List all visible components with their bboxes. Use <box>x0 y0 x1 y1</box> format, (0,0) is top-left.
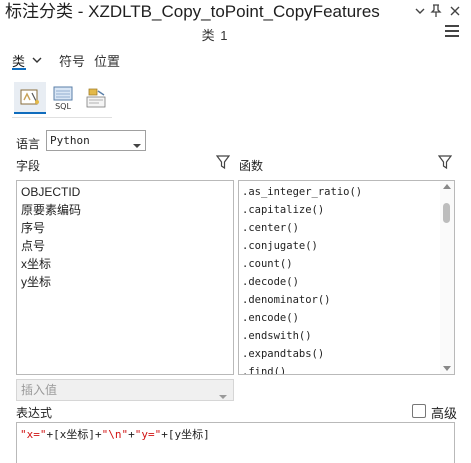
insert-values-placeholder: 插入值 <box>21 383 58 397</box>
active-tab-indicator <box>12 68 26 70</box>
expression-token: + <box>128 428 135 441</box>
scrollbar-thumb[interactable] <box>443 203 450 223</box>
field-item[interactable]: y坐标 <box>17 273 233 291</box>
function-item[interactable]: .decode() <box>239 273 454 291</box>
expression-token: "y=" <box>134 428 162 441</box>
pin-icon[interactable] <box>428 3 444 19</box>
sql-mode-button[interactable]: SQL <box>47 82 79 114</box>
scroll-up-icon[interactable] <box>443 184 451 189</box>
expression-mode-button[interactable] <box>14 82 46 114</box>
expression-token: [x坐标] <box>53 428 95 441</box>
function-item[interactable]: .encode() <box>239 309 454 327</box>
window-title: 标注分类 - XZDLTB_Copy_toPoint_CopyFeatures <box>5 2 380 21</box>
expression-icon <box>20 89 39 105</box>
expression-token: "\n" <box>101 428 129 441</box>
field-item[interactable]: 点号 <box>17 237 233 255</box>
functions-scrollbar[interactable] <box>440 181 454 374</box>
expression-token: "x=" <box>20 428 47 441</box>
function-item[interactable]: .denominator() <box>239 291 454 309</box>
field-item[interactable]: x坐标 <box>17 255 233 273</box>
function-item[interactable]: .as_integer_ratio() <box>239 183 454 201</box>
functions-label: 函数 <box>239 159 264 173</box>
language-value: Python <box>50 134 90 147</box>
insert-values-dropdown[interactable]: 插入值 <box>16 379 234 401</box>
scroll-down-icon[interactable] <box>443 366 451 371</box>
label-tag-icon <box>86 88 106 108</box>
functions-list[interactable]: .as_integer_ratio() .capitalize() .cente… <box>238 180 455 375</box>
function-item[interactable]: .find() <box>239 363 454 374</box>
class-name: 类 1 <box>201 28 229 43</box>
field-item[interactable]: 原要素编码 <box>17 201 233 219</box>
divider <box>12 117 112 118</box>
chevron-down-icon[interactable] <box>412 3 428 19</box>
filter-icon[interactable] <box>215 155 231 170</box>
function-item[interactable]: .conjugate() <box>239 237 454 255</box>
function-item[interactable]: .capitalize() <box>239 201 454 219</box>
expression-editor[interactable]: "x="+[x坐标]+"\n"+"y="+[y坐标] <box>16 422 455 463</box>
fields-list[interactable]: OBJECTID 原要素编码 序号 点号 x坐标 y坐标 <box>16 180 234 375</box>
close-icon[interactable] <box>447 3 463 19</box>
label-class-mode-button[interactable] <box>80 82 112 114</box>
tab-symbol[interactable]: 符号 <box>59 51 85 70</box>
expression-label: 表达式 <box>16 406 53 420</box>
menu-icon[interactable] <box>445 25 459 39</box>
chevron-down-icon <box>133 137 141 148</box>
filter-icon[interactable] <box>437 155 453 170</box>
chevron-down-icon[interactable] <box>32 54 42 64</box>
function-item[interactable]: .expandtabs() <box>239 345 454 363</box>
language-select[interactable]: Python <box>46 130 146 151</box>
expression-token: [y坐标] <box>167 428 210 441</box>
field-item[interactable]: 序号 <box>17 219 233 237</box>
expression-token: + <box>95 428 102 441</box>
field-item[interactable]: OBJECTID <box>17 183 233 201</box>
function-item[interactable]: .endswith() <box>239 327 454 345</box>
fields-label: 字段 <box>16 159 41 173</box>
chevron-down-icon <box>219 387 227 399</box>
function-item[interactable]: .count() <box>239 255 454 273</box>
expression-token: + <box>161 428 168 441</box>
tab-position[interactable]: 位置 <box>94 51 120 70</box>
sql-icon: SQL <box>53 86 73 111</box>
language-label: 语言 <box>16 137 41 151</box>
advanced-checkbox[interactable] <box>412 404 426 418</box>
svg-text:SQL: SQL <box>55 102 71 111</box>
advanced-label: 高级 <box>431 406 458 421</box>
function-item[interactable]: .center() <box>239 219 454 237</box>
